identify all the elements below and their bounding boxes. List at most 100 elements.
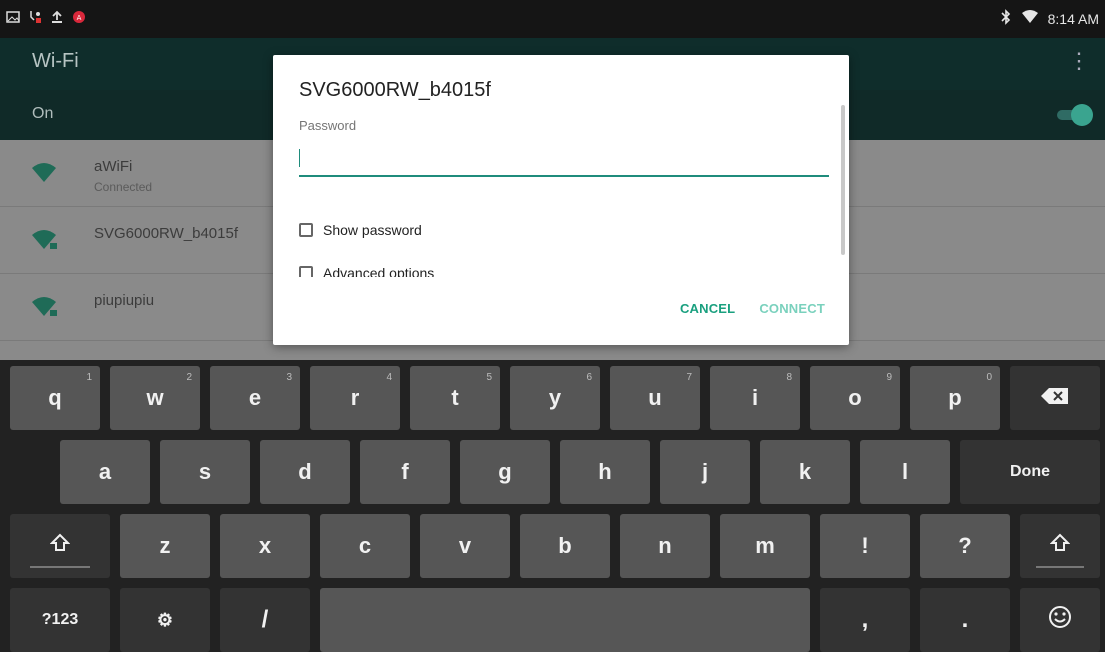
clock: 8:14 AM — [1047, 10, 1099, 27]
advanced-options-checkbox[interactable] — [299, 266, 313, 277]
show-password-label: Show password — [323, 222, 422, 238]
key-j[interactable]: j — [660, 440, 750, 504]
key-label: v — [458, 533, 472, 558]
key-number-hint: 7 — [686, 372, 692, 383]
network-status: Connected — [94, 180, 153, 194]
on-screen-keyboard: q1 w2 e3 r4 t5 y6 u7 i8 o9 p0 a s d f g … — [0, 360, 1105, 652]
key-h[interactable]: h — [560, 440, 650, 504]
key-x[interactable]: x — [220, 514, 310, 578]
dialog-title: SVG6000RW_b4015f — [299, 79, 491, 101]
wifi-locked-icon — [30, 296, 58, 318]
wifi-signal-icon — [1021, 10, 1038, 27]
dialog-scrollbar[interactable] — [841, 105, 845, 255]
period-key[interactable]: . — [920, 588, 1010, 652]
key-d[interactable]: d — [260, 440, 350, 504]
show-password-row[interactable]: Show password — [299, 219, 422, 241]
key-number-hint: 0 — [986, 372, 992, 383]
key-question[interactable]: ? — [920, 514, 1010, 578]
key-y[interactable]: y6 — [510, 366, 600, 430]
key-v[interactable]: v — [420, 514, 510, 578]
key-u[interactable]: u7 — [610, 366, 700, 430]
key-label: r — [350, 385, 360, 410]
spacebar[interactable] — [320, 588, 810, 652]
connect-button[interactable]: CONNECT — [759, 301, 825, 316]
advanced-options-label: Advanced options — [323, 265, 435, 277]
symbols-key[interactable]: ?123 — [10, 588, 110, 652]
key-label: e — [248, 385, 262, 410]
key-label: j — [701, 459, 709, 484]
key-label: h — [598, 459, 612, 484]
key-z[interactable]: z — [120, 514, 210, 578]
key-a[interactable]: a — [60, 440, 150, 504]
backspace-icon — [1040, 385, 1070, 411]
key-n[interactable]: n — [620, 514, 710, 578]
shift-left-key[interactable] — [10, 514, 110, 578]
key-g[interactable]: g — [460, 440, 550, 504]
key-number-hint: 3 — [286, 372, 292, 383]
key-b[interactable]: b — [520, 514, 610, 578]
key-number-hint: 6 — [586, 372, 592, 383]
wifi-strength-icon — [30, 162, 58, 184]
comma-key[interactable]: , — [820, 588, 910, 652]
key-label: t — [451, 385, 459, 410]
key-label: p — [948, 385, 962, 410]
wifi-password-dialog: SVG6000RW_b4015f Password Show password … — [273, 55, 849, 345]
key-i[interactable]: i8 — [710, 366, 800, 430]
key-w[interactable]: w2 — [110, 366, 200, 430]
advanced-options-row[interactable]: Advanced options — [299, 261, 434, 277]
shift-right-key[interactable] — [1020, 514, 1100, 578]
upload-icon — [50, 10, 64, 24]
page-title: Wi-Fi — [32, 50, 79, 72]
key-t[interactable]: t5 — [410, 366, 500, 430]
key-label: y — [548, 385, 562, 410]
key-label: l — [901, 459, 909, 484]
text-caret — [299, 149, 300, 167]
key-label: f — [401, 459, 409, 484]
key-label: m — [755, 533, 775, 558]
key-k[interactable]: k — [760, 440, 850, 504]
key-label: b — [558, 533, 572, 558]
key-label: s — [198, 459, 212, 484]
wifi-toggle-label: On — [32, 105, 54, 122]
key-c[interactable]: c — [320, 514, 410, 578]
key-exclamation[interactable]: ! — [820, 514, 910, 578]
key-e[interactable]: e3 — [210, 366, 300, 430]
key-number-hint: 2 — [186, 372, 192, 383]
key-f[interactable]: f — [360, 440, 450, 504]
key-number-hint: 5 — [486, 372, 492, 383]
usb-icon — [28, 10, 42, 24]
key-o[interactable]: o9 — [810, 366, 900, 430]
key-p[interactable]: p0 — [910, 366, 1000, 430]
key-r[interactable]: r4 — [310, 366, 400, 430]
key-m[interactable]: m — [720, 514, 810, 578]
network-name: aWiFi — [94, 158, 133, 175]
key-label: c — [358, 533, 372, 558]
key-number-hint: 4 — [386, 372, 392, 383]
network-name: piupiupiu — [94, 292, 155, 309]
keyboard-settings-key[interactable]: ⚙ — [120, 588, 210, 652]
done-key[interactable]: Done — [960, 440, 1100, 504]
network-name: SVG6000RW_b4015f — [94, 225, 238, 242]
emoji-key[interactable] — [1020, 588, 1100, 652]
key-label: w — [146, 385, 164, 410]
key-label: o — [848, 385, 862, 410]
key-label: x — [258, 533, 272, 558]
key-label: u — [648, 385, 662, 410]
wifi-toggle-switch[interactable] — [1057, 104, 1093, 126]
key-label: , — [861, 606, 869, 633]
backspace-key[interactable] — [1010, 366, 1100, 430]
key-label: i — [751, 385, 759, 410]
key-s[interactable]: s — [160, 440, 250, 504]
show-password-checkbox[interactable] — [299, 223, 313, 237]
password-input[interactable] — [299, 141, 829, 177]
key-l[interactable]: l — [860, 440, 950, 504]
bluetooth-icon — [1000, 9, 1012, 28]
cancel-button[interactable]: CANCEL — [680, 301, 735, 316]
toggle-thumb — [1071, 104, 1093, 126]
key-q[interactable]: q1 — [10, 366, 100, 430]
slash-key[interactable]: / — [220, 588, 310, 652]
key-label: k — [798, 459, 812, 484]
overflow-menu-icon[interactable]: ⋮ — [1067, 48, 1091, 76]
key-label: . — [961, 606, 969, 633]
keyboard-settings-icon: ⚙ — [156, 609, 174, 630]
